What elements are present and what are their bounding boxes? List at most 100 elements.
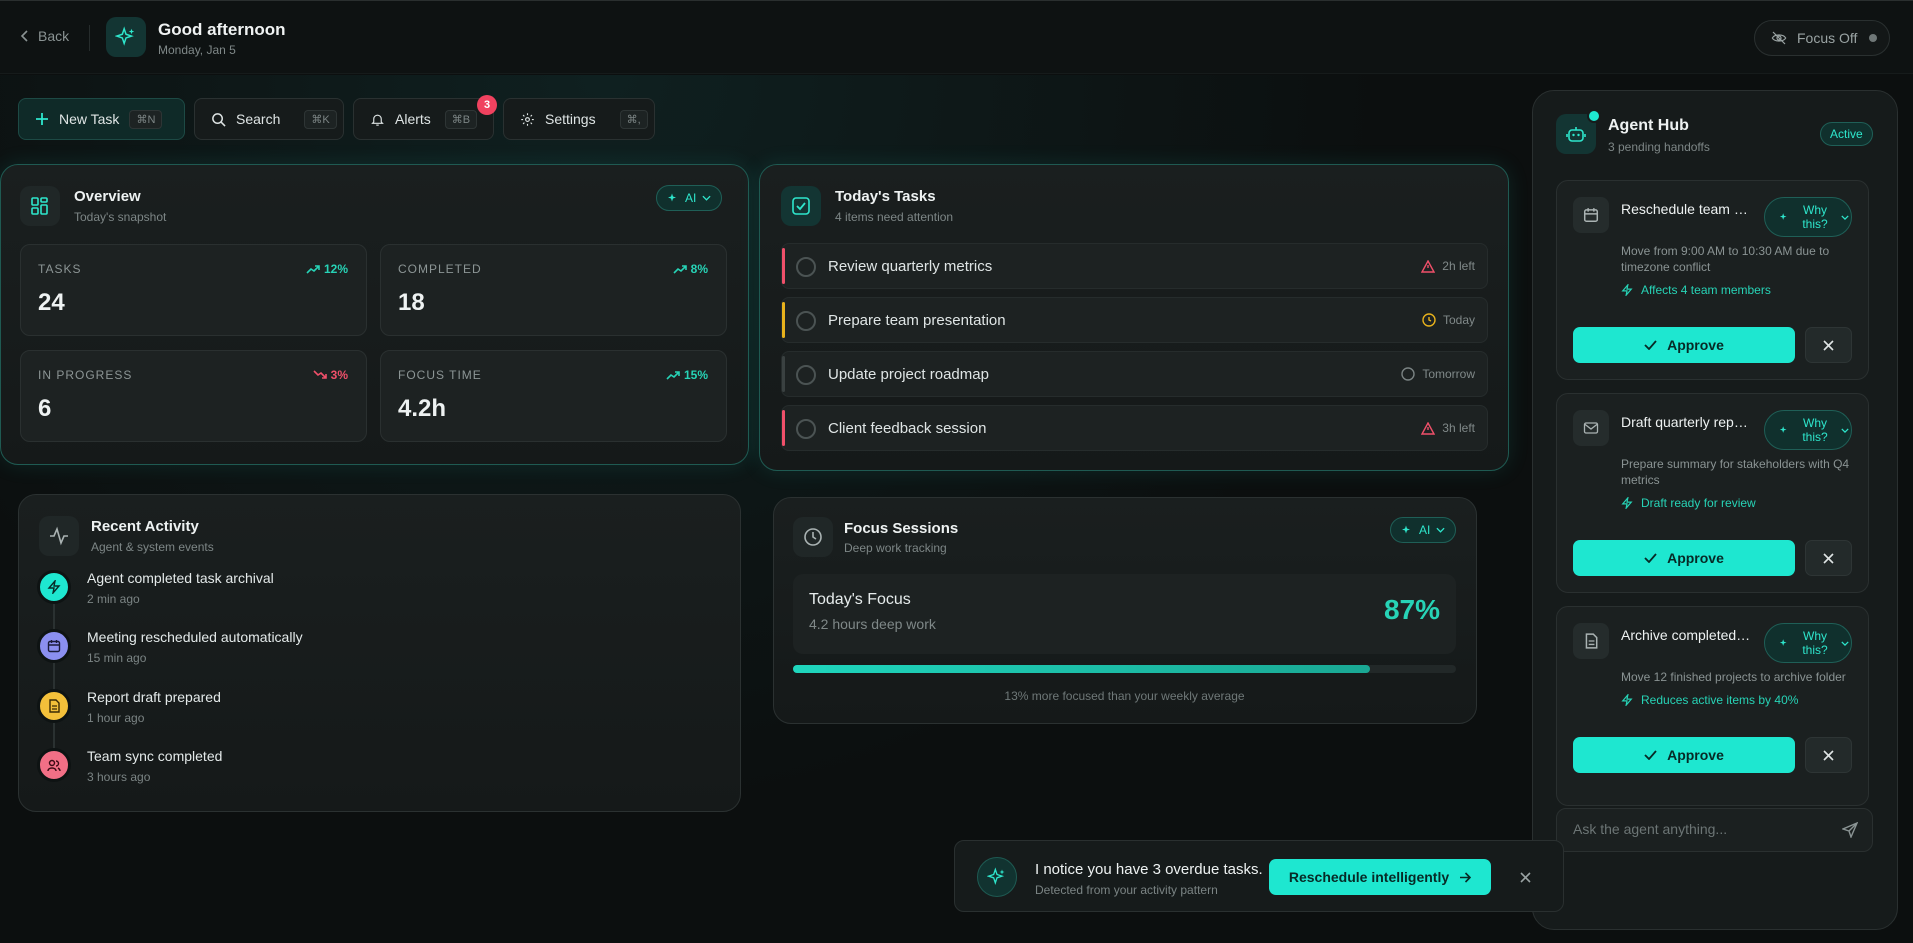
task-item[interactable]: Review quarterly metrics 2h left	[781, 243, 1488, 289]
overview-ai-label: AI	[685, 191, 697, 205]
overview-subtitle: Today's snapshot	[74, 210, 167, 224]
task-due: 2h left	[1421, 259, 1475, 273]
plus-icon	[36, 113, 48, 125]
settings-button[interactable]: Settings ⌘,	[503, 98, 655, 140]
handoff-title: Draft quarterly rep…	[1621, 414, 1748, 430]
handoff-impact: Draft ready for review	[1621, 496, 1756, 510]
back-button[interactable]: Back	[20, 28, 69, 44]
checkbox-icon	[781, 186, 821, 226]
stat-change-value: 15%	[683, 368, 708, 382]
task-item[interactable]: Update project roadmap Tomorrow	[781, 351, 1488, 397]
agent-hub-subtitle: 3 pending handoffs	[1608, 140, 1710, 154]
stat-tasks: TASKS 24 12%	[20, 244, 367, 336]
reschedule-label: Reschedule intelligently	[1288, 869, 1450, 885]
focus-progress-bar	[793, 665, 1456, 673]
send-icon[interactable]	[1841, 821, 1859, 843]
stat-value: 18	[398, 289, 425, 316]
focus-subtitle: Deep work tracking	[844, 541, 947, 555]
approve-label: Approve	[1667, 550, 1724, 566]
approve-button[interactable]: Approve	[1573, 737, 1795, 773]
approve-label: Approve	[1667, 747, 1724, 763]
chevron-down-icon	[702, 195, 711, 201]
stat-value: 24	[38, 289, 65, 316]
task-name: Update project roadmap	[828, 366, 989, 383]
overview-ai-dropdown[interactable]: AI	[656, 185, 723, 211]
stat-label: COMPLETED	[398, 262, 482, 276]
timeline-line	[53, 604, 55, 754]
activity-text: Agent completed task archival	[87, 570, 274, 586]
users-icon	[37, 748, 71, 782]
close-icon[interactable]	[1515, 867, 1535, 887]
focus-ai-dropdown[interactable]: AI	[1390, 517, 1457, 543]
alerts-button[interactable]: Alerts ⌘B	[353, 98, 494, 140]
approve-label: Approve	[1667, 337, 1724, 353]
task-due: Today	[1422, 313, 1475, 327]
focus-label: Focus Off	[1797, 30, 1858, 46]
handoff-card: Archive completed … Why this? Move 12 fi…	[1556, 606, 1869, 806]
stat-value: 6	[38, 395, 52, 422]
mail-icon	[1573, 410, 1609, 446]
handoff-impact-text: Reduces active items by 40%	[1641, 693, 1799, 707]
document-icon	[37, 689, 71, 723]
task-due-text: 2h left	[1442, 259, 1475, 273]
approve-button[interactable]: Approve	[1573, 327, 1795, 363]
task-item[interactable]: Client feedback session 3h left	[781, 405, 1488, 451]
task-checkbox[interactable]	[796, 311, 816, 331]
warning-icon	[1421, 259, 1436, 273]
activity-title: Recent Activity	[91, 518, 199, 535]
stat-change: 12%	[306, 262, 348, 276]
search-label: Search	[236, 111, 281, 127]
gear-icon	[521, 112, 534, 126]
eye-off-icon	[1771, 31, 1787, 45]
task-priority-stripe	[782, 410, 785, 446]
search-shortcut: ⌘K	[304, 109, 337, 129]
task-due-text: 3h left	[1442, 421, 1475, 435]
focus-percent: 87%	[1383, 594, 1440, 625]
chevron-left-icon	[20, 30, 28, 42]
online-indicator	[1587, 109, 1601, 123]
activity-text: Report draft prepared	[87, 689, 221, 705]
sparkle-icon	[1402, 525, 1410, 534]
stat-change-value: 3%	[330, 368, 348, 382]
dismiss-button[interactable]	[1805, 540, 1852, 576]
search-button[interactable]: Search ⌘K	[194, 98, 344, 140]
task-due-text: Today	[1442, 313, 1475, 327]
task-item[interactable]: Prepare team presentation Today	[781, 297, 1488, 343]
new-task-button[interactable]: New Task ⌘N	[18, 98, 185, 140]
handoff-title: Reschedule team …	[1621, 201, 1748, 217]
handoff-title: Archive completed …	[1621, 627, 1753, 643]
task-due: Tomorrow	[1401, 367, 1475, 381]
task-checkbox[interactable]	[796, 419, 816, 439]
why-this-button[interactable]: Why this?	[1764, 197, 1852, 237]
task-checkbox[interactable]	[796, 365, 816, 385]
search-icon	[212, 112, 226, 127]
why-label: Why this?	[1802, 416, 1828, 444]
reschedule-button[interactable]: Reschedule intelligently	[1269, 859, 1491, 895]
bolt-icon	[1621, 694, 1633, 706]
activity-text: Meeting rescheduled automatically	[87, 629, 303, 645]
ask-agent-box	[1556, 808, 1873, 852]
document-icon	[1573, 623, 1609, 659]
toast-title: I notice you have 3 overdue tasks.	[1035, 861, 1263, 878]
focus-toggle[interactable]: Focus Off	[1754, 20, 1890, 56]
why-this-button[interactable]: Why this?	[1764, 623, 1852, 663]
chevron-down-icon	[1841, 214, 1849, 220]
ask-agent-input[interactable]	[1573, 821, 1823, 837]
dismiss-button[interactable]	[1805, 737, 1852, 773]
alerts-badge: 3	[477, 95, 497, 115]
activity-text: Team sync completed	[87, 748, 223, 764]
stat-in-progress: IN PROGRESS 6 3%	[20, 350, 367, 442]
handoff-description: Move from 9:00 AM to 10:30 AM due to tim…	[1621, 244, 1830, 274]
calendar-icon	[37, 629, 71, 663]
trend-up-icon	[673, 265, 687, 274]
overview-title: Overview	[74, 188, 141, 205]
task-checkbox[interactable]	[796, 257, 816, 277]
agent-hub-title: Agent Hub	[1608, 117, 1689, 134]
alerts-label: Alerts	[395, 111, 431, 127]
chevron-down-icon	[1436, 527, 1445, 533]
focus-status-dot	[1869, 34, 1878, 42]
approve-button[interactable]: Approve	[1573, 540, 1795, 576]
dismiss-button[interactable]	[1805, 327, 1852, 363]
why-this-button[interactable]: Why this?	[1764, 410, 1852, 450]
tasks-title: Today's Tasks	[835, 188, 936, 205]
